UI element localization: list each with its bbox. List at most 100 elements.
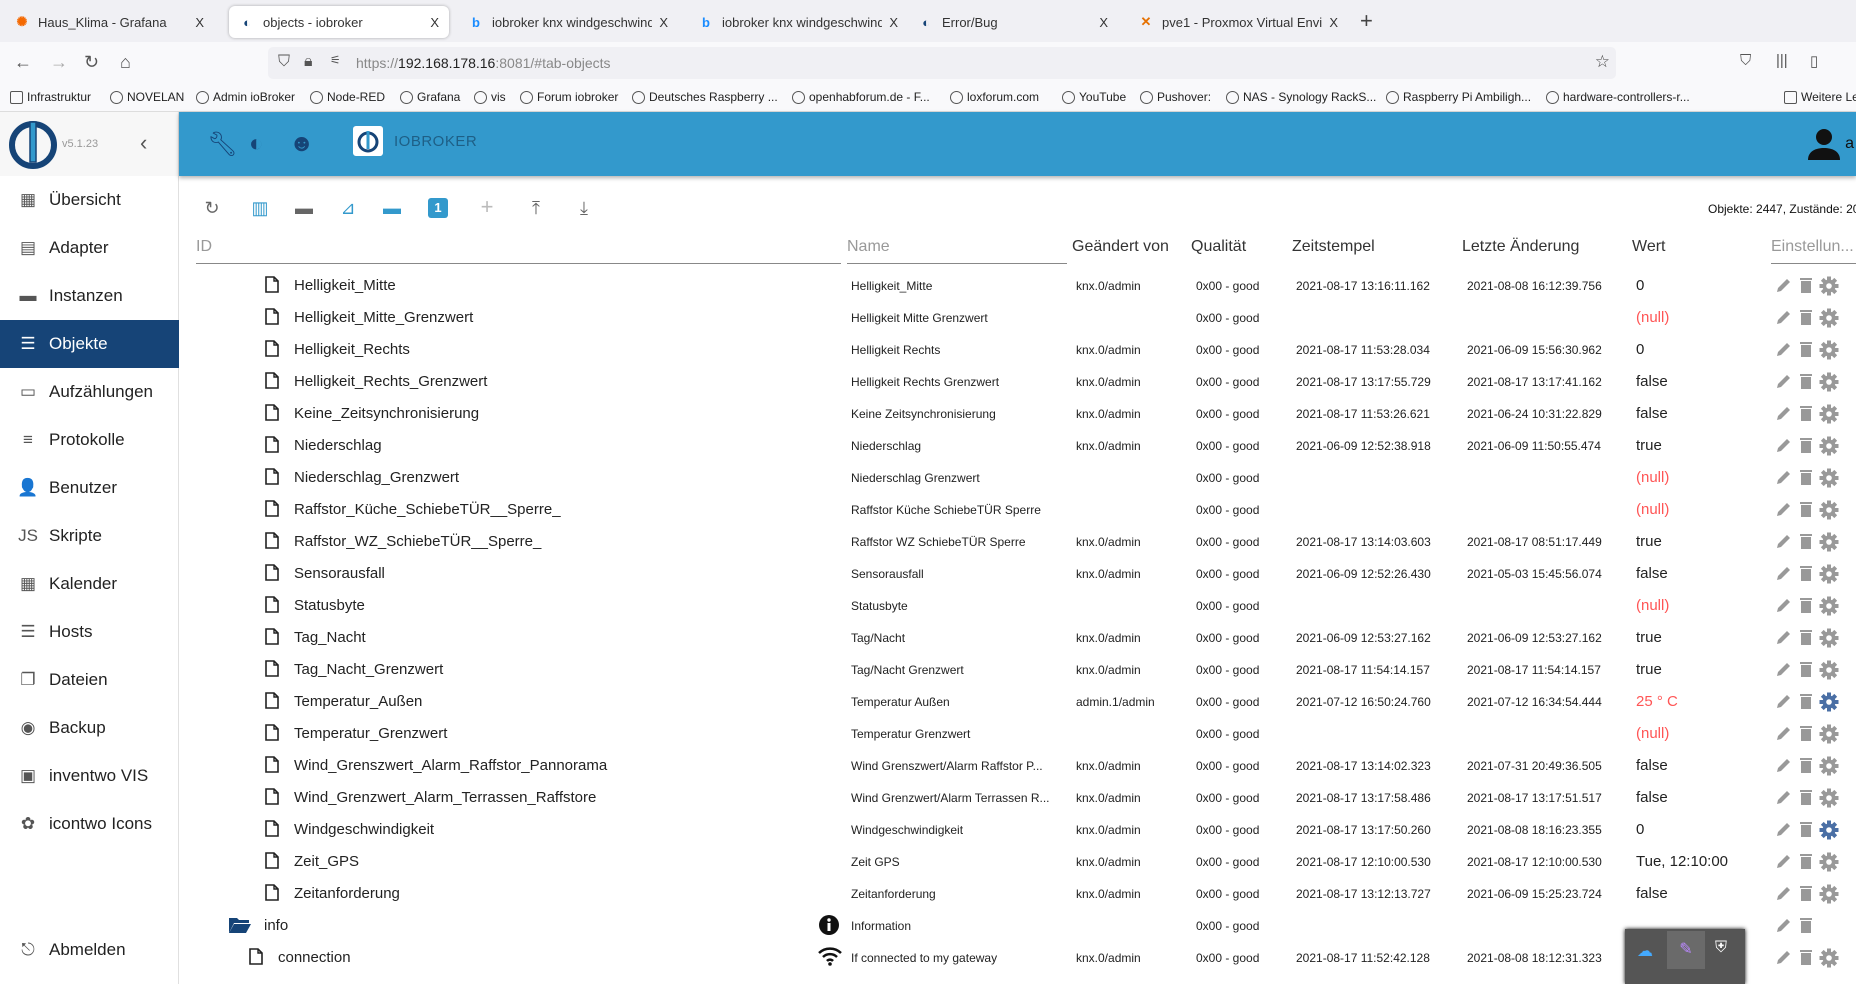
column-header-changed-by[interactable]: Geändert von — [1072, 238, 1169, 256]
delete-icon[interactable] — [1799, 916, 1813, 937]
upload-icon[interactable]: ⤒ — [524, 198, 548, 219]
sidebar-item-benutzer[interactable]: 👤 Benutzer — [0, 464, 179, 512]
bookmark-item[interactable]: Weitere Le — [1784, 90, 1856, 104]
value[interactable]: false — [1636, 757, 1668, 774]
theme-toggle-icon[interactable]: ◐ — [249, 130, 264, 158]
id-filter-input[interactable]: ID — [196, 238, 212, 256]
settings-gear-icon[interactable] — [1819, 756, 1839, 779]
edit-icon[interactable] — [1775, 436, 1793, 459]
edit-icon[interactable] — [1775, 948, 1793, 971]
table-row[interactable]: Helligkeit_Rechts_Grenzwert Helligkeit Re… — [195, 366, 1856, 398]
edit-icon[interactable] — [1775, 372, 1793, 395]
edit-icon[interactable] — [1775, 500, 1793, 523]
close-tab-icon[interactable]: X — [430, 15, 439, 30]
settings-gear-icon[interactable] — [1819, 500, 1839, 523]
settings-gear-icon[interactable] — [1819, 660, 1839, 683]
sidebar-item-kalender[interactable]: ▦ Kalender — [0, 560, 179, 608]
settings-gear-icon[interactable] — [1819, 788, 1839, 811]
bookmark-item[interactable]: vis — [474, 90, 506, 104]
table-row[interactable]: Raffstor_Küche_SchiebeTÜR__Sperre_ Raffst… — [195, 494, 1856, 526]
lock-warning-icon[interactable]: 🔒︎ — [304, 53, 313, 71]
wrench-icon[interactable]: 🔧︎ — [207, 130, 237, 159]
value[interactable]: (null) — [1636, 725, 1669, 742]
settings-gear-icon[interactable] — [1819, 468, 1839, 491]
value[interactable]: false — [1636, 373, 1668, 390]
edit-icon[interactable] — [1775, 628, 1793, 651]
security-warning-icon[interactable]: ⛨ — [1715, 939, 1727, 957]
edit-icon[interactable] — [1775, 660, 1793, 683]
settings-gear-icon[interactable] — [1819, 564, 1839, 587]
browser-tab[interactable]: ✺ Haus_Klima - Grafana X — [4, 6, 214, 38]
expert-mode-icon[interactable]: ☻ — [289, 130, 314, 158]
home-icon[interactable]: ⌂ — [120, 52, 131, 73]
value[interactable]: 0 — [1636, 277, 1644, 294]
collapse-sidebar-icon[interactable]: ‹ — [140, 130, 147, 156]
delete-icon[interactable] — [1799, 404, 1813, 427]
permissions-icon[interactable]: ⚟ — [330, 53, 341, 67]
sidebar-item-aufz-hlungen[interactable]: ▭ Aufzählungen — [0, 368, 179, 416]
sidebar-item-logout[interactable]: ⎋ Abmelden — [0, 926, 179, 974]
table-row[interactable]: Keine_Zeitsynchronisierung Keine Zeitsync… — [195, 398, 1856, 430]
delete-icon[interactable] — [1799, 276, 1813, 299]
edit-icon[interactable] — [1775, 468, 1793, 491]
table-row[interactable]: Helligkeit_Rechts Helligkeit Rechts knx.0/… — [195, 334, 1856, 366]
table-row[interactable]: Niederschlag Niederschlag knx.0/admin 0x00 … — [195, 430, 1856, 462]
value[interactable]: true — [1636, 533, 1662, 550]
level-one-icon[interactable]: 1 — [428, 198, 448, 218]
value[interactable]: (null) — [1636, 501, 1669, 518]
edit-icon[interactable] — [1775, 276, 1793, 299]
value[interactable]: (null) — [1636, 469, 1669, 486]
sidebar-item--bersicht[interactable]: ▦ Übersicht — [0, 176, 179, 224]
download-icon[interactable]: ⤓ — [572, 198, 596, 219]
folder-collapse-icon[interactable]: ▬ — [380, 198, 404, 219]
edit-icon[interactable] — [1775, 916, 1793, 937]
value[interactable]: (null) — [1636, 597, 1669, 614]
close-tab-icon[interactable]: X — [889, 15, 898, 30]
table-row[interactable]: Zeitanforderung Zeitanforderung knx.0/admi… — [195, 878, 1856, 910]
delete-icon[interactable] — [1799, 468, 1813, 491]
refresh-icon[interactable]: ↻ — [200, 198, 224, 219]
library-icon[interactable]: ||| — [1776, 52, 1788, 69]
reload-icon[interactable]: ↻ — [84, 52, 99, 73]
edit-icon[interactable] — [1775, 596, 1793, 619]
value[interactable]: Tue, 12:10:00 — [1636, 853, 1728, 870]
delete-icon[interactable] — [1799, 308, 1813, 331]
table-row[interactable]: Niederschlag_Grenzwert Niederschlag Grenz… — [195, 462, 1856, 494]
settings-gear-icon[interactable] — [1819, 692, 1839, 715]
browser-tab[interactable]: b iobroker knx windgeschwindigk X — [688, 6, 908, 38]
browser-tab[interactable]: b iobroker knx windgeschwindigk X — [458, 6, 678, 38]
bookmark-star-icon[interactable]: ☆ — [1595, 52, 1610, 72]
edit-icon[interactable] — [1775, 820, 1793, 843]
table-row[interactable]: Tag_Nacht_Grenzwert Tag/Nacht Grenzwert kn… — [195, 654, 1856, 686]
bookmark-item[interactable]: Admin ioBroker — [196, 90, 295, 104]
settings-gear-icon[interactable] — [1819, 276, 1839, 299]
edit-icon[interactable] — [1775, 756, 1793, 779]
settings-gear-icon[interactable] — [1819, 340, 1839, 363]
sidebar-item-hosts[interactable]: ☰ Hosts — [0, 608, 179, 656]
value[interactable]: false — [1636, 405, 1668, 422]
table-row[interactable]: Raffstor_WZ_SchiebeTÜR__Sperre_ Raffstor … — [195, 526, 1856, 558]
settings-gear-icon[interactable] — [1819, 404, 1839, 427]
forward-icon[interactable]: → — [50, 52, 68, 73]
edit-icon[interactable] — [1775, 340, 1793, 363]
bookmark-item[interactable]: Deutsches Raspberry ... — [632, 90, 778, 104]
delete-icon[interactable] — [1799, 436, 1813, 459]
edit-icon[interactable] — [1775, 692, 1793, 715]
table-row[interactable]: Helligkeit_Mitte_Grenzwert Helligkeit Mit… — [195, 302, 1856, 334]
bookmark-item[interactable]: Raspberry Pi Ambiligh... — [1386, 90, 1531, 104]
edit-icon[interactable] — [1775, 404, 1793, 427]
table-row[interactable]: Temperatur_Grenzwert Temperatur Grenzwert… — [195, 718, 1856, 750]
value[interactable]: false — [1636, 789, 1668, 806]
name-filter-input[interactable]: Name — [847, 238, 890, 256]
sidebar-item-instanzen[interactable]: ▬ Instanzen — [0, 272, 179, 320]
value[interactable]: 0 — [1636, 341, 1644, 358]
table-row[interactable]: Statusbyte Statusbyte 0x00 - good (null) — [195, 590, 1856, 622]
table-row[interactable]: Tag_Nacht Tag/Nacht knx.0/admin 0x00 - good… — [195, 622, 1856, 654]
bookmark-item[interactable]: Pushover: — [1140, 90, 1211, 104]
browser-tab[interactable]: ◐ objects - iobroker X — [229, 6, 449, 38]
table-row[interactable]: Zeit_GPS Zeit GPS knx.0/admin 0x00 - good 20… — [195, 846, 1856, 878]
feather-icon[interactable]: ✎ — [1667, 931, 1705, 969]
user-menu[interactable]: a — [1807, 128, 1854, 160]
bookmark-item[interactable]: Node-RED — [310, 90, 385, 104]
columns-icon[interactable]: ▥ — [248, 198, 272, 219]
